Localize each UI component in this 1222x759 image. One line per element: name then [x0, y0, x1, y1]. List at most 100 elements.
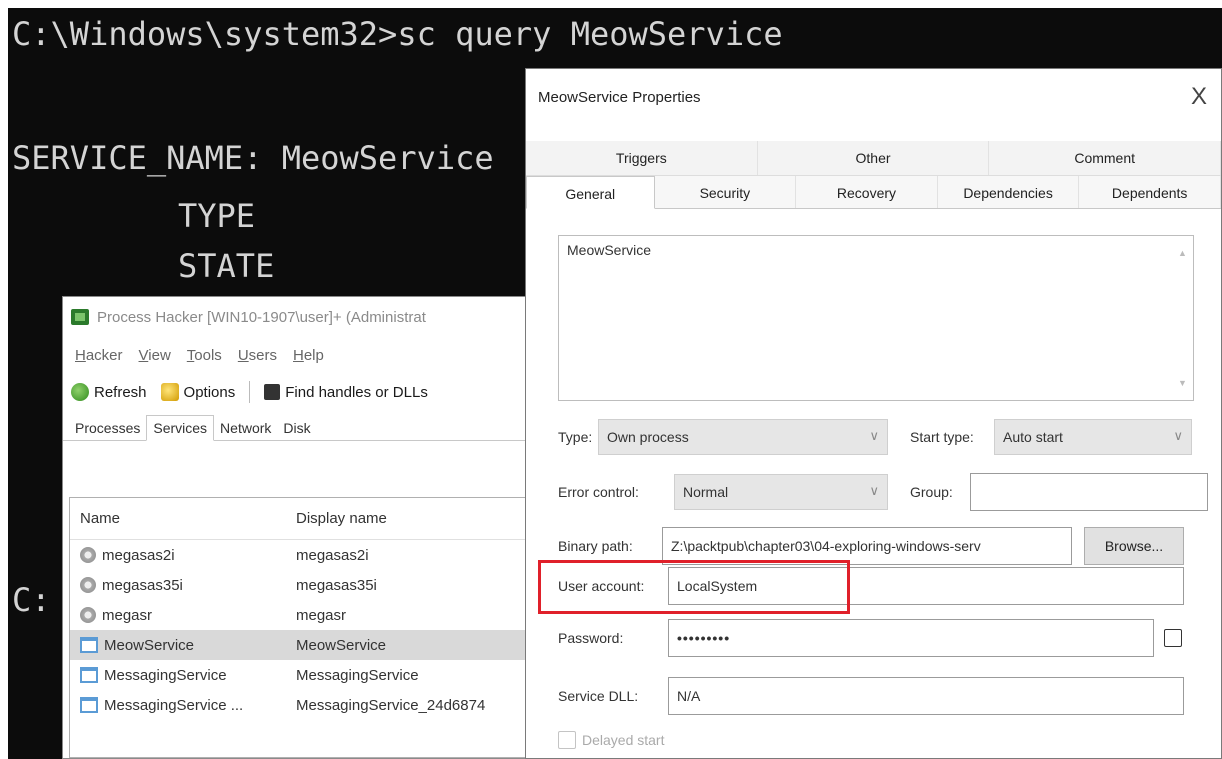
- process-hacker-logo-icon: [71, 309, 89, 325]
- error-control-select[interactable]: Normal ∨: [674, 474, 888, 510]
- process-hacker-titlebar: Process Hacker [WIN10-1907\user]+ (Admin…: [63, 297, 541, 337]
- tab-security[interactable]: Security: [655, 176, 797, 208]
- user-account-highlight-box: [538, 560, 850, 614]
- refresh-button[interactable]: Refresh: [71, 383, 147, 401]
- group-field[interactable]: [970, 473, 1208, 511]
- table-row[interactable]: MessagingService MessagingService: [70, 660, 541, 690]
- delayed-start-row: Delayed start: [558, 731, 664, 749]
- tab-disk[interactable]: Disk: [277, 416, 316, 440]
- menu-help[interactable]: Help: [293, 347, 324, 364]
- service-display-name: MessagingService_24d6874: [296, 696, 486, 714]
- tab-services[interactable]: Services: [146, 415, 215, 441]
- tab-processes[interactable]: Processes: [69, 416, 146, 440]
- service-dll-field[interactable]: N/A: [668, 677, 1184, 715]
- error-control-value: Normal: [683, 484, 729, 500]
- dialog-tabs-front-row: General Security Recovery Dependencies D…: [526, 175, 1221, 209]
- service-name: megasas2i: [102, 546, 175, 564]
- chevron-down-icon: ∨: [869, 428, 879, 443]
- description-textarea[interactable]: MeowService: [558, 235, 1194, 401]
- gear-icon: [80, 607, 96, 623]
- table-row[interactable]: megasr megasr: [70, 600, 541, 630]
- table-row[interactable]: MessagingService ... MessagingService_24…: [70, 690, 541, 720]
- type-select[interactable]: Own process ∨: [598, 419, 888, 455]
- menu-users[interactable]: Users: [238, 347, 277, 364]
- options-label: Options: [183, 383, 236, 401]
- tab-dependents[interactable]: Dependents: [1079, 176, 1221, 208]
- gear-icon: [80, 577, 96, 593]
- service-display-name: megasr: [296, 606, 347, 624]
- dialog-titlebar: MeowService Properties X: [526, 69, 1221, 125]
- table-row[interactable]: megasas35i megasas35i: [70, 570, 541, 600]
- tab-general[interactable]: General: [526, 176, 655, 209]
- menu-tools[interactable]: Tools: [187, 347, 222, 364]
- services-list: Name Display name megasas2i megasas2i me…: [69, 497, 541, 758]
- tab-comment[interactable]: Comment: [989, 141, 1221, 175]
- delayed-start-label: Delayed start: [582, 732, 665, 748]
- column-display-name-header[interactable]: Display name: [292, 510, 541, 527]
- chevron-down-icon: ∨: [869, 483, 879, 498]
- services-list-header: Name Display name: [70, 498, 541, 540]
- dialog-title: MeowService Properties: [538, 88, 701, 106]
- window-icon: [80, 637, 98, 653]
- find-binoculars-icon: [264, 384, 281, 400]
- dialog-tabs-back-row: Triggers Other Comment: [526, 141, 1221, 175]
- toolbar-separator: [249, 381, 251, 403]
- start-type-label: Start type:: [910, 429, 974, 445]
- service-dll-label: Service DLL:: [558, 688, 639, 704]
- column-name-header[interactable]: Name: [70, 510, 292, 527]
- description-scrollbar[interactable]: [1175, 238, 1191, 398]
- start-type-value: Auto start: [1003, 429, 1063, 445]
- window-icon: [80, 667, 98, 683]
- service-display-name: megasas35i: [296, 576, 377, 594]
- service-name: MessagingService ...: [104, 696, 244, 714]
- service-name: MeowService: [104, 636, 195, 654]
- type-label: Type:: [558, 429, 593, 445]
- tab-triggers[interactable]: Triggers: [526, 141, 758, 175]
- console-prompt-fragment: C:: [12, 581, 51, 619]
- service-dll-row: Service DLL: N/A: [558, 677, 1184, 715]
- close-icon[interactable]: X: [1191, 83, 1207, 111]
- options-icon: [160, 383, 179, 401]
- table-row-selected[interactable]: MeowService MeowService: [70, 630, 541, 660]
- process-hacker-title: Process Hacker [WIN10-1907\user]+ (Admin…: [97, 308, 426, 326]
- console-state-label: STATE: [178, 247, 275, 285]
- service-display-name: MessagingService: [296, 666, 419, 684]
- service-name: MessagingService: [104, 666, 227, 684]
- tab-network[interactable]: Network: [214, 416, 277, 440]
- dialog-tabs: Triggers Other Comment General Security …: [526, 141, 1221, 213]
- gear-icon: [80, 547, 96, 563]
- service-name: megasas35i: [102, 576, 183, 594]
- menu-hacker[interactable]: Hacker: [75, 347, 123, 364]
- service-display-name: megasas2i: [296, 546, 369, 564]
- password-label: Password:: [558, 630, 624, 646]
- menu-view[interactable]: View: [139, 347, 171, 364]
- group-label: Group:: [910, 484, 953, 500]
- table-row[interactable]: megasas2i megasas2i: [70, 540, 541, 570]
- process-hacker-menubar: Hacker View Tools Users Help: [63, 337, 541, 373]
- type-value: Own process: [607, 429, 689, 445]
- process-hacker-tabs: Processes Services Network Disk: [63, 411, 541, 441]
- browse-button[interactable]: Browse...: [1084, 527, 1184, 565]
- process-hacker-window: Process Hacker [WIN10-1907\user]+ (Admin…: [62, 296, 542, 759]
- tab-recovery[interactable]: Recovery: [796, 176, 938, 208]
- show-password-checkbox[interactable]: [1164, 629, 1182, 647]
- tab-dependencies[interactable]: Dependencies: [938, 176, 1080, 208]
- console-service-name-line: SERVICE_NAME: MeowService: [12, 139, 494, 177]
- description-text: MeowService: [567, 242, 652, 258]
- error-control-row: Error control: Normal ∨ Group:: [558, 473, 1208, 511]
- service-properties-dialog: MeowService Properties X Triggers Other …: [525, 68, 1222, 759]
- chevron-down-icon: ∨: [1173, 428, 1183, 443]
- error-control-label: Error control:: [558, 484, 639, 500]
- find-handles-button[interactable]: Find handles or DLLs: [264, 384, 428, 401]
- process-hacker-toolbar: Refresh Options Find handles or DLLs: [63, 373, 541, 411]
- window-icon: [80, 697, 98, 713]
- start-type-select[interactable]: Auto start ∨: [994, 419, 1192, 455]
- tab-other[interactable]: Other: [758, 141, 990, 175]
- refresh-icon: [71, 383, 89, 401]
- console-command-line: C:\Windows\system32>sc query MeowService: [12, 15, 783, 53]
- find-handles-label: Find handles or DLLs: [285, 383, 428, 401]
- service-name: megasr: [102, 606, 153, 624]
- options-button[interactable]: Options: [160, 383, 236, 401]
- password-field[interactable]: •••••••••: [668, 619, 1154, 657]
- delayed-start-checkbox[interactable]: [558, 731, 576, 749]
